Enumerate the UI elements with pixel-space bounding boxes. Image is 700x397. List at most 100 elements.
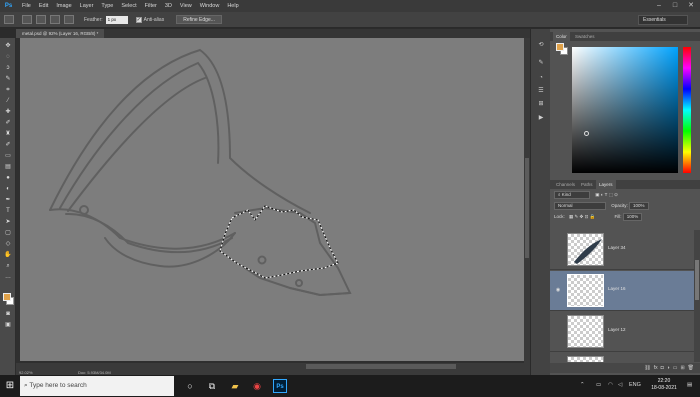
layers-scrollbar[interactable] xyxy=(694,230,700,362)
vertical-scroll-thumb[interactable] xyxy=(525,158,529,258)
pen-tool-icon[interactable]: ✒ xyxy=(3,196,13,204)
visibility-toggle[interactable] xyxy=(555,328,561,334)
language-indicator[interactable]: ENG xyxy=(629,382,641,388)
zoom-tool-icon[interactable]: ⌕ xyxy=(3,262,13,270)
quick-select-tool-icon[interactable]: ✎ xyxy=(3,75,13,83)
layer-row[interactable] xyxy=(550,353,694,362)
wifi-icon[interactable]: ◠ xyxy=(608,382,613,388)
lock-icons[interactable]: ▦ ✎ ✥ ⊡ 🔒 xyxy=(569,214,595,219)
canvas-horizontal-scrollbar[interactable] xyxy=(16,363,530,370)
intersect-selection-icon[interactable] xyxy=(64,15,74,24)
taskbar-search-box[interactable]: ⌕ Type here to search xyxy=(20,376,174,396)
menu-type[interactable]: Type xyxy=(97,3,117,9)
add-selection-icon[interactable] xyxy=(36,15,46,24)
taskbar-clock[interactable]: 22:20 18-08-2021 xyxy=(646,378,682,392)
more-tools-icon[interactable]: … xyxy=(3,273,13,281)
properties-icon[interactable]: ☰ xyxy=(536,87,546,95)
new-layer-icon[interactable]: ⊞ xyxy=(680,365,684,371)
opacity-input[interactable]: 100% xyxy=(629,202,649,210)
menu-filter[interactable]: Filter xyxy=(141,3,161,9)
menu-layer[interactable]: Layer xyxy=(76,3,98,9)
brush-tool-icon[interactable]: ✐ xyxy=(3,119,13,127)
fill-input[interactable]: 100% xyxy=(622,213,643,221)
chrome-icon[interactable]: ◉ xyxy=(250,379,264,393)
cortana-icon[interactable]: ○ xyxy=(183,379,197,393)
feather-input[interactable]: 1 px xyxy=(105,15,128,24)
adjustments-icon[interactable]: ◔ xyxy=(536,74,546,82)
gradient-tool-icon[interactable]: ▤ xyxy=(3,163,13,171)
history-brush-tool-icon[interactable]: ✐ xyxy=(3,141,13,149)
trash-icon[interactable]: 🗑 xyxy=(688,365,694,371)
file-explorer-icon[interactable]: ▰ xyxy=(228,379,242,393)
minimize-button[interactable]: – xyxy=(652,0,666,12)
history-panel-icon[interactable]: ⟲ xyxy=(536,41,546,49)
link-icon[interactable]: ⛓ xyxy=(644,365,650,371)
photoshop-taskbar-icon[interactable]: Ps xyxy=(273,379,287,393)
subtract-selection-icon[interactable] xyxy=(50,15,60,24)
network-icon[interactable]: ▭ xyxy=(596,382,601,388)
tab-color[interactable]: Color xyxy=(553,32,570,41)
hand-tool-icon[interactable]: ✋ xyxy=(3,251,13,259)
menu-help[interactable]: Help xyxy=(223,3,242,9)
dodge-tool-icon[interactable]: ◐ xyxy=(3,185,13,193)
foreground-color-swatch[interactable] xyxy=(3,293,11,301)
layer-row-selected[interactable]: ◉ Layer 16 xyxy=(550,271,694,311)
3d-tool-icon[interactable]: ◇ xyxy=(3,240,13,248)
lasso-preset-icon[interactable] xyxy=(4,15,14,24)
layer-row[interactable]: Layer 34 xyxy=(550,230,694,270)
windows-start-icon[interactable]: ⊞ xyxy=(4,380,16,392)
quick-mask-icon[interactable]: ◙ xyxy=(3,310,13,318)
type-tool-icon[interactable]: T xyxy=(3,207,13,215)
menu-file[interactable]: File xyxy=(18,3,35,9)
layer-name[interactable]: Layer 34 xyxy=(608,245,626,250)
blend-mode-select[interactable]: Normal xyxy=(554,202,606,210)
layer-name[interactable]: Layer 12 xyxy=(608,327,626,332)
styles-icon[interactable]: ⊞ xyxy=(536,100,546,108)
mask-icon[interactable]: ◘ xyxy=(661,365,664,371)
layer-name[interactable]: Layer 16 xyxy=(608,286,626,291)
menu-window[interactable]: Window xyxy=(196,3,224,9)
stamp-tool-icon[interactable]: ♜ xyxy=(3,130,13,138)
menu-edit[interactable]: Edit xyxy=(35,3,52,9)
color-panel-foreground-swatch[interactable] xyxy=(556,43,564,51)
volume-icon[interactable]: ◁ xyxy=(618,382,622,388)
filter-icons[interactable]: ▣ ◐ T ⬚ ⊙ xyxy=(595,192,618,197)
eyedropper-tool-icon[interactable]: ⁄ xyxy=(3,97,13,105)
tab-layers[interactable]: Layers xyxy=(596,180,616,189)
path-select-tool-icon[interactable]: ➤ xyxy=(3,218,13,226)
document-canvas[interactable] xyxy=(20,38,530,361)
close-button[interactable]: ✕ xyxy=(684,0,698,12)
eye-icon[interactable]: ◉ xyxy=(555,287,561,293)
color-picker-field[interactable] xyxy=(572,47,678,173)
refine-edge-button[interactable]: Refine Edge... xyxy=(176,15,222,24)
group-icon[interactable]: ▭ xyxy=(673,365,678,371)
workspace-select[interactable]: Essentials xyxy=(638,15,688,25)
screen-mode-icon[interactable]: ▣ xyxy=(3,321,13,329)
tab-channels[interactable]: Channels xyxy=(553,180,578,189)
blur-tool-icon[interactable]: ● xyxy=(3,174,13,182)
tab-swatches[interactable]: Swatches xyxy=(572,32,598,41)
task-view-icon[interactable]: ⧉ xyxy=(205,379,219,393)
brush-presets-icon[interactable]: ✎ xyxy=(536,59,546,67)
menu-view[interactable]: View xyxy=(176,3,196,9)
menu-select[interactable]: Select xyxy=(117,3,140,9)
tab-paths[interactable]: Paths xyxy=(578,180,596,189)
adjustment-layer-icon[interactable]: ◑ xyxy=(667,365,670,371)
maximize-button[interactable]: □ xyxy=(668,0,682,12)
notification-icon[interactable]: ▤ xyxy=(687,382,692,388)
tray-overflow-icon[interactable]: ⌃ xyxy=(580,382,585,388)
crop-tool-icon[interactable]: ⌗ xyxy=(3,86,13,94)
color-picker-marker[interactable] xyxy=(584,131,589,136)
layer-row[interactable]: Layer 12 xyxy=(550,312,694,352)
visibility-toggle[interactable] xyxy=(555,246,561,252)
document-tab[interactable]: metal.psd @ 92% (Layer 16, RGB/8) * xyxy=(16,29,105,38)
menu-image[interactable]: Image xyxy=(52,3,75,9)
menu-3d[interactable]: 3D xyxy=(161,3,176,9)
new-selection-icon[interactable] xyxy=(22,15,32,24)
hue-slider[interactable] xyxy=(683,47,691,173)
fx-icon[interactable]: fx xyxy=(654,365,658,371)
navigator-icon[interactable]: ▶ xyxy=(536,114,546,122)
healing-tool-icon[interactable]: ✚ xyxy=(3,108,13,116)
marquee-tool-icon[interactable]: ◌ xyxy=(3,53,13,61)
move-tool-icon[interactable]: ✥ xyxy=(3,42,13,50)
